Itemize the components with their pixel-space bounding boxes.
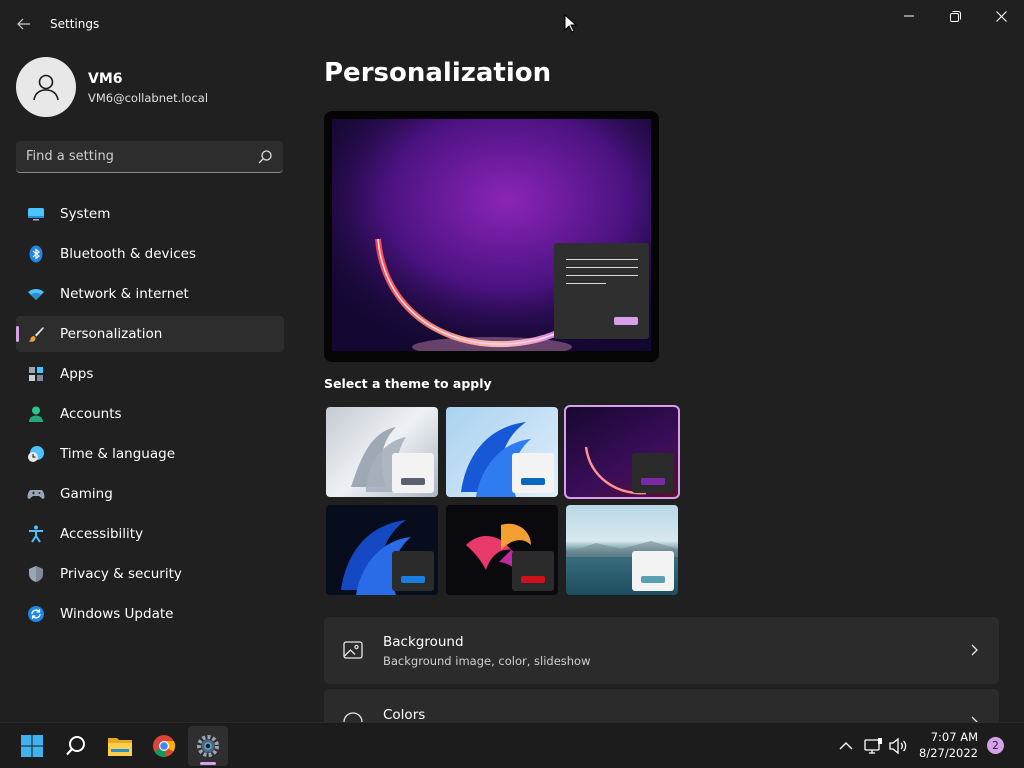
theme-windows-light-bloom[interactable] [326, 407, 438, 497]
sidebar-item-label: Network & internet [60, 286, 189, 302]
colors-setting-card[interactable]: Colors [324, 689, 999, 722]
network-icon[interactable] [863, 736, 883, 756]
sidebar-item-gaming[interactable]: Gaming [16, 476, 284, 512]
settings-app-button[interactable] [188, 726, 228, 766]
notification-badge[interactable]: 2 [987, 737, 1004, 754]
card-title: Colors [383, 707, 426, 722]
card-subtitle: Background image, color, slideshow [383, 654, 591, 668]
taskbar: 7:07 AM 8/27/2022 2 [0, 722, 1024, 768]
clock-globe-icon [28, 446, 44, 462]
sidebar-item-time-language[interactable]: Time & language [16, 436, 284, 472]
mouse-cursor-icon [564, 14, 578, 33]
search-box[interactable] [16, 141, 283, 173]
start-icon [21, 735, 43, 757]
sidebar-item-accessibility[interactable]: Accessibility [16, 516, 284, 552]
theme-flow-lake[interactable] [566, 505, 678, 595]
chrome-button[interactable] [144, 726, 184, 766]
minimize-icon [904, 15, 914, 17]
theme-glow-dark[interactable] [564, 405, 680, 499]
sidebar-item-label: Privacy & security [60, 566, 182, 582]
update-icon [28, 606, 44, 622]
sidebar-item-label: Accessibility [60, 526, 144, 542]
sidebar-item-privacy-security[interactable]: Privacy & security [16, 556, 284, 592]
gamepad-icon [27, 490, 45, 499]
back-button[interactable] [10, 12, 38, 36]
preview-window-card [554, 243, 649, 339]
theme-grid [324, 405, 684, 597]
restore-icon [949, 10, 961, 22]
file-explorer-button[interactable] [100, 726, 140, 766]
sidebar-item-label: Accounts [60, 406, 122, 422]
avatar[interactable] [16, 57, 76, 117]
theme-windows-blue-dark[interactable] [326, 505, 438, 595]
bluetooth-icon [29, 245, 43, 263]
search-icon [66, 736, 85, 756]
theme-captured-motion[interactable] [446, 505, 558, 595]
wifi-icon [28, 288, 44, 300]
shield-icon [29, 566, 43, 582]
person-icon [29, 406, 43, 422]
theme-section-heading: Select a theme to apply [324, 376, 492, 391]
active-app-indicator [200, 762, 216, 765]
title-bar: Settings [0, 0, 1024, 48]
sidebar-item-personalization[interactable]: Personalization [16, 316, 284, 352]
sidebar-item-bluetooth-devices[interactable]: Bluetooth & devices [16, 236, 284, 272]
sidebar-item-windows-update[interactable]: Windows Update [16, 596, 284, 632]
chevron-up-icon[interactable] [836, 736, 856, 756]
page-title: Personalization [324, 58, 552, 88]
start-button[interactable] [12, 726, 52, 766]
sidebar-item-label: Bluetooth & devices [60, 246, 197, 262]
sidebar-item-network[interactable]: Network & internet [16, 276, 284, 312]
minimize-button[interactable] [886, 0, 932, 32]
taskbar-search-button[interactable] [56, 726, 96, 766]
brush-icon [28, 327, 44, 342]
sidebar-item-label: Apps [60, 366, 94, 382]
palette-icon [343, 712, 363, 722]
sidebar-item-label: Windows Update [60, 606, 174, 622]
image-icon [343, 641, 363, 659]
card-title: Background [383, 634, 464, 650]
file-explorer-icon [108, 738, 132, 756]
settings-icon [197, 735, 219, 757]
clock-time[interactable]: 7:07 AM [920, 730, 978, 744]
sidebar-item-label: System [60, 206, 111, 222]
search-icon[interactable] [257, 149, 273, 165]
theme-preview [324, 111, 659, 362]
user-email: VM6@collabnet.local [88, 91, 209, 105]
search-input[interactable] [16, 141, 256, 172]
clock-date[interactable]: 8/27/2022 [914, 746, 978, 760]
close-icon [995, 10, 1007, 22]
accessibility-icon [29, 525, 43, 543]
sidebar-item-accounts[interactable]: Accounts [16, 396, 284, 432]
chevron-right-icon [971, 644, 978, 656]
chrome-icon [153, 735, 176, 758]
theme-preview-wallpaper [332, 119, 651, 351]
back-arrow-icon [17, 18, 30, 30]
monitor-icon [28, 208, 44, 221]
sidebar-nav: System Bluetooth & devices Network & int… [16, 196, 284, 636]
settings-window: Settings VM6 VM6@collabnet.local System … [0, 0, 1024, 722]
user-icon [33, 74, 59, 101]
close-button[interactable] [978, 0, 1024, 32]
window-title: Settings [50, 17, 100, 31]
apps-icon [29, 367, 43, 381]
restore-button[interactable] [932, 0, 978, 32]
sidebar-item-apps[interactable]: Apps [16, 356, 284, 392]
sidebar-item-label: Time & language [60, 446, 176, 462]
sidebar-item-label: Gaming [60, 486, 113, 502]
chevron-right-icon [971, 716, 978, 722]
sidebar-item-system[interactable]: System [16, 196, 284, 232]
volume-icon[interactable] [888, 736, 908, 756]
user-name: VM6 [88, 71, 123, 87]
sidebar-item-label: Personalization [60, 326, 163, 342]
theme-windows-blue-light[interactable] [446, 407, 558, 497]
background-setting-card[interactable]: Background Background image, color, slid… [324, 617, 999, 684]
